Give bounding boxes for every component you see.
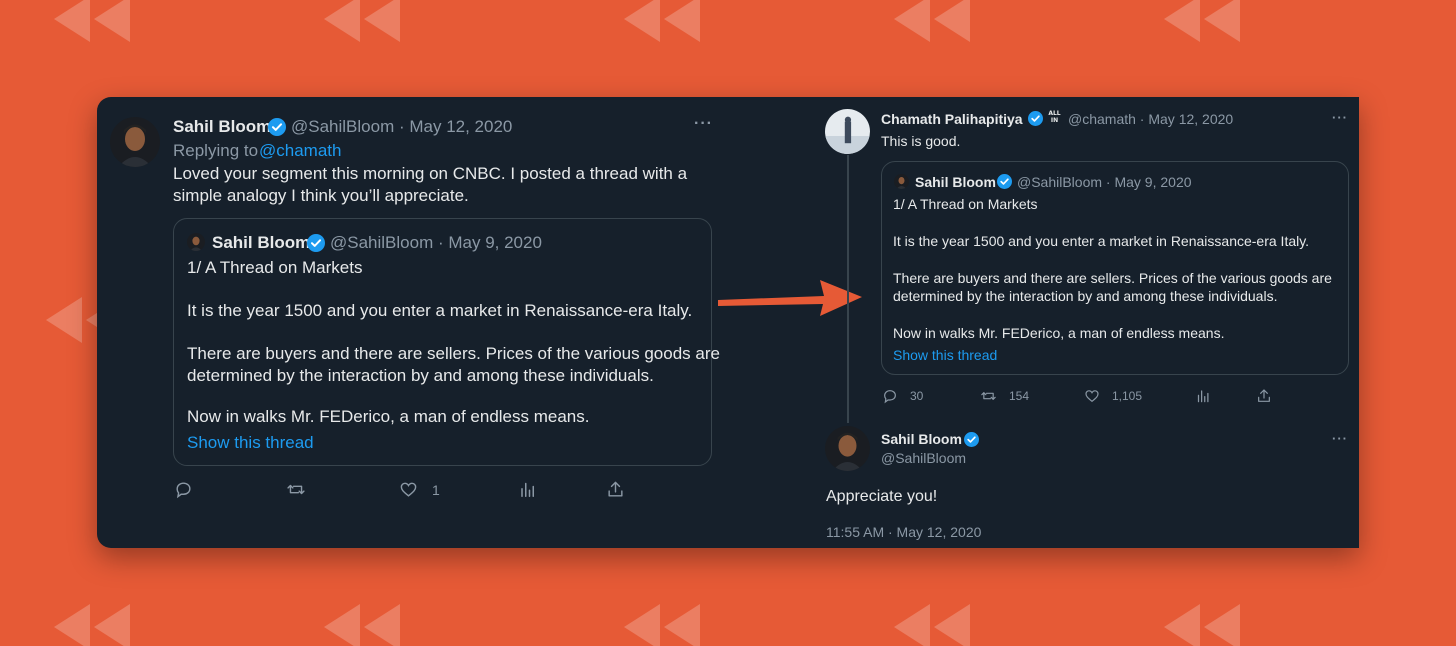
rewind-icon [624, 604, 702, 646]
rewind-icon [1164, 604, 1242, 646]
retweet-count: 154 [1009, 389, 1030, 403]
verified-badge-icon [307, 234, 325, 252]
reply-button[interactable] [174, 480, 193, 499]
verified-badge-icon [1028, 111, 1043, 126]
analytics-button[interactable] [1196, 388, 1211, 404]
quoted-handle-date: @SahilBloom · May 9, 2020 [1017, 174, 1192, 190]
timestamp[interactable]: 11:55 AM · May 12, 2020 [826, 524, 981, 540]
like-button[interactable]: 1 [399, 480, 440, 499]
tweet-body-line: Loved your segment this morning on CNBC.… [173, 164, 688, 183]
rewind-icon [624, 0, 702, 42]
author-name[interactable]: Chamath Palihapitiya [881, 111, 1023, 127]
avatar[interactable] [110, 117, 160, 167]
rewind-icon [324, 0, 402, 42]
rewind-icon [894, 604, 972, 646]
like-button[interactable]: 1,105 [1084, 388, 1142, 404]
quoted-handle-date: @SahilBloom · May 9, 2020 [330, 233, 542, 252]
handle: @SahilBloom [881, 450, 967, 466]
author-name[interactable]: Sahil Bloom [881, 431, 962, 447]
reply-count: 30 [910, 389, 924, 403]
quoted-tweet[interactable] [173, 218, 712, 466]
verified-badge-icon [268, 118, 286, 136]
quoted-text: There are buyers and there are sellers. … [893, 270, 1332, 286]
rewind-icon [894, 0, 972, 42]
share-icon [1258, 389, 1270, 402]
quoted-text: determined by the interaction by and amo… [893, 288, 1278, 304]
handle-date: @chamath · May 12, 2020 [1068, 111, 1234, 127]
heart-icon [400, 482, 417, 497]
quoted-text: 1/ A Thread on Markets [893, 196, 1038, 212]
rewind-icon [1164, 0, 1242, 42]
quoted-author-name: Sahil Bloom [212, 233, 311, 252]
more-options-icon[interactable]: ··· [694, 115, 713, 133]
more-options-icon[interactable]: ··· [1332, 431, 1348, 446]
retweet-icon [287, 484, 305, 495]
like-count: 1,105 [1112, 389, 1143, 403]
analytics-icon [521, 482, 534, 497]
show-thread-link[interactable]: Show this thread [893, 347, 997, 363]
quoted-text: It is the year 1500 and you enter a mark… [893, 233, 1310, 249]
analytics-icon [1197, 390, 1209, 403]
like-count: 1 [432, 481, 440, 498]
quoted-tweet[interactable] [881, 161, 1349, 375]
thread-connector-line [847, 155, 849, 423]
tweet-body-line: simple analogy I think you’ll appreciate… [173, 186, 469, 205]
share-icon [608, 481, 623, 497]
replying-to-label: Replying to [173, 141, 259, 160]
share-button[interactable] [606, 480, 625, 499]
quoted-text: Now in walks Mr. FEDerico, a man of endl… [187, 407, 590, 426]
heart-icon [1085, 390, 1099, 403]
verified-badge-icon [964, 432, 979, 447]
arrow-icon [718, 280, 862, 316]
reply-icon [884, 390, 896, 404]
avatar[interactable] [825, 426, 870, 471]
quoted-text: 1/ A Thread on Markets [187, 258, 363, 277]
reply-icon [176, 482, 191, 499]
author-name[interactable]: Sahil Bloom [173, 117, 271, 137]
share-button[interactable] [1256, 388, 1272, 404]
all-in-badge: ALL IN [1048, 110, 1061, 124]
retweet-button[interactable] [286, 480, 306, 499]
retweet-icon [981, 392, 996, 400]
tweet-body: This is good. [881, 133, 961, 149]
quoted-author-name: Sahil Bloom [915, 174, 996, 190]
rewind-icon [54, 0, 132, 42]
tweet-body: Appreciate you! [826, 488, 938, 505]
retweet-button[interactable]: 154 [980, 388, 1029, 404]
show-thread-link[interactable]: Show this thread [187, 433, 314, 453]
replying-to-handle[interactable]: @chamath [259, 141, 341, 161]
quoted-text: determined by the interaction by and amo… [187, 366, 654, 385]
avatar[interactable] [825, 109, 870, 154]
verified-badge-icon [997, 174, 1012, 189]
avatar [894, 174, 909, 189]
avatar [187, 233, 205, 251]
rewind-icon [54, 604, 132, 646]
handle-date: @SahilBloom · May 12, 2020 [291, 117, 513, 136]
more-options-icon[interactable]: ··· [1332, 110, 1348, 125]
reply-button[interactable]: 30 [882, 388, 923, 404]
analytics-button[interactable] [519, 480, 537, 499]
quoted-text: It is the year 1500 and you enter a mark… [187, 301, 693, 320]
rewind-icon [324, 604, 402, 646]
quoted-text: Now in walks Mr. FEDerico, a man of endl… [893, 325, 1225, 341]
quoted-text: There are buyers and there are sellers. … [187, 344, 720, 363]
